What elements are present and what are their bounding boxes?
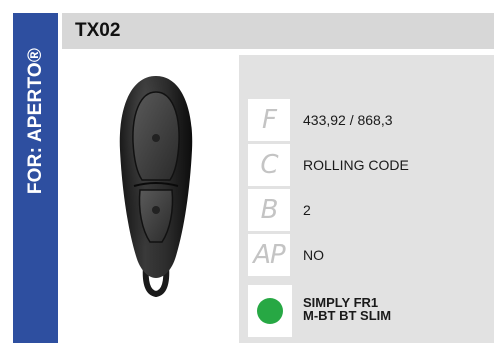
spec-letter: C <box>260 150 278 180</box>
spec-row-buttons: B 2 <box>239 189 494 231</box>
spec-row-code: C ROLLING CODE <box>239 144 494 186</box>
autoprogramming-value: NO <box>303 247 324 263</box>
spec-row-frequency: F 433,92 / 868,3 <box>239 99 494 141</box>
compatibility-line-2: M-BT BT SLIM <box>303 308 392 323</box>
brand-sidebar: FOR: APERTO® <box>13 13 58 343</box>
spec-row-autoprogramming: AP NO <box>239 234 494 276</box>
spec-letter: AP <box>253 240 285 270</box>
compatibility-text: SIMPLY FR1 M-BT BT SLIM <box>303 296 391 322</box>
product-code: TX02 <box>75 20 121 41</box>
code-type-icon: C <box>248 144 290 186</box>
buttons-value: 2 <box>303 202 311 218</box>
specs-panel: F 433,92 / 868,3 C ROLLING CODE B 2 AP N… <box>239 55 494 343</box>
code-type-value: ROLLING CODE <box>303 157 409 173</box>
product-card: FOR: APERTO® TX02 F 433,92 / 868,3 C ROL… <box>0 0 494 343</box>
frequency-icon: F <box>248 99 290 141</box>
compatibility-icon <box>248 285 292 337</box>
spec-letter: F <box>262 105 277 135</box>
frequency-value: 433,92 / 868,3 <box>303 112 393 128</box>
buttons-icon: B <box>248 189 290 231</box>
remote-control-image <box>119 76 193 298</box>
spec-letter: B <box>260 195 279 225</box>
autoprogramming-icon: AP <box>248 234 290 276</box>
green-dot-icon <box>257 298 283 324</box>
title-bar: TX02 <box>62 13 494 49</box>
brand-label: FOR: APERTO® <box>24 47 46 195</box>
compatibility-row: SIMPLY FR1 M-BT BT SLIM <box>239 285 494 337</box>
